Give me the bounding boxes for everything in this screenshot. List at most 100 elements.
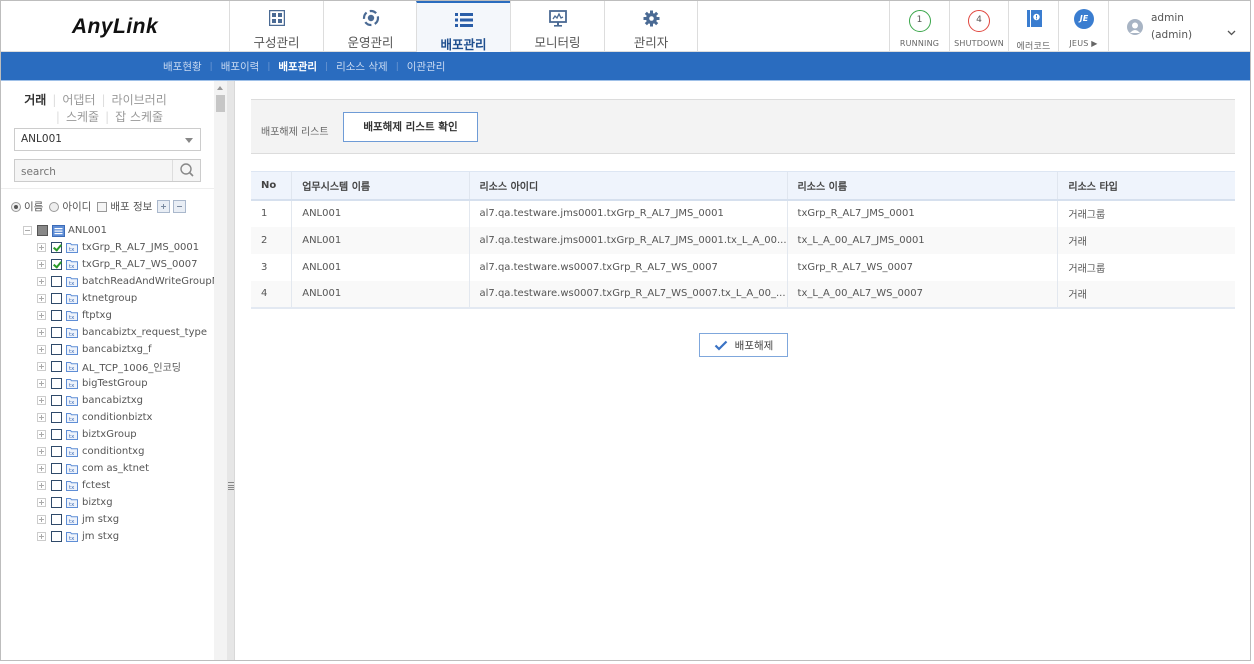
expand-node-icon[interactable] — [37, 515, 46, 524]
search-icon[interactable] — [172, 160, 200, 181]
tree-node[interactable]: tx ktnetgroup — [37, 290, 137, 307]
tab-schedule[interactable]: 스케줄 — [66, 110, 99, 124]
expand-node-icon[interactable] — [37, 277, 46, 286]
tree-checkbox[interactable] — [51, 514, 62, 525]
expand-node-icon[interactable] — [37, 413, 46, 422]
sidebar-scrollbar[interactable] — [214, 81, 227, 660]
expand-node-icon[interactable] — [37, 379, 46, 388]
chevron-down-icon[interactable] — [1227, 21, 1236, 40]
collapse-node-icon[interactable] — [23, 226, 32, 235]
check-release-list-button[interactable]: 배포해제 리스트 확인 — [343, 112, 478, 142]
column-header[interactable]: 업무시스템 이름 — [291, 171, 470, 201]
subnav-migration[interactable]: 이관관리 — [407, 59, 446, 74]
expand-all-button[interactable] — [157, 200, 171, 213]
expand-node-icon[interactable] — [37, 396, 46, 405]
radio-id[interactable] — [49, 201, 60, 212]
running-status[interactable]: 1 RUNNING — [889, 1, 949, 52]
tree-checkbox[interactable] — [51, 446, 62, 457]
radio-name[interactable] — [11, 201, 21, 212]
tree-node[interactable]: tx jm stxg — [37, 528, 119, 545]
deploy-info-checkbox[interactable] — [97, 201, 108, 212]
table-row[interactable]: 4 ANL001 al7.qa.testware.ws0007.txGrp_R_… — [251, 280, 1235, 309]
tree-node[interactable]: tx biztxg — [37, 494, 113, 511]
tree-checkbox[interactable] — [51, 497, 62, 508]
expand-node-icon[interactable] — [37, 464, 46, 473]
tree-node[interactable]: tx bigTestGroup — [37, 375, 148, 392]
tab-transaction[interactable]: 거래 — [24, 93, 46, 107]
tree-node[interactable]: tx fctest — [37, 477, 110, 494]
release-button[interactable]: 배포해제 — [699, 333, 788, 357]
expand-node-icon[interactable] — [37, 328, 46, 337]
subnav-deploy-status[interactable]: 배포현황 — [163, 59, 202, 74]
subnav-resource-delete[interactable]: 리소스 삭제 — [336, 59, 388, 74]
panel-splitter[interactable] — [227, 81, 235, 660]
expand-node-icon[interactable] — [37, 447, 46, 456]
tree-checkbox[interactable] — [51, 276, 62, 287]
column-header[interactable]: 리소스 타입 — [1057, 171, 1235, 201]
expand-node-icon[interactable] — [37, 481, 46, 490]
tree-checkbox[interactable] — [51, 531, 62, 542]
user-menu[interactable]: admin (admin) — [1108, 1, 1250, 52]
expand-node-icon[interactable] — [37, 498, 46, 507]
tree-checkbox[interactable] — [51, 361, 62, 372]
collapse-all-button[interactable] — [173, 200, 187, 213]
tree-node[interactable]: tx com as_ktnet — [37, 460, 149, 477]
column-header[interactable]: 리소스 아이디 — [468, 171, 788, 201]
tree-node[interactable]: tx AL_TCP_1006_인코딩 — [37, 358, 181, 375]
tree-node[interactable]: tx conditionbiztx — [37, 409, 152, 426]
system-select[interactable]: ANL001 — [14, 128, 201, 151]
table-row[interactable]: 1 ANL001 al7.qa.testware.jms0001.txGrp_R… — [251, 199, 1235, 227]
nav-tab-operation[interactable]: 운영관리 — [323, 1, 417, 52]
tree-node[interactable]: tx jm stxg — [37, 511, 119, 528]
tree-node[interactable]: tx conditiontxg — [37, 443, 144, 460]
scroll-up-icon[interactable] — [217, 86, 223, 90]
tree-checkbox[interactable] — [51, 378, 62, 389]
tab-adapter[interactable]: 어댑터 — [62, 93, 95, 107]
tree-node[interactable]: tx txGrp_R_AL7_JMS_0001 — [37, 239, 199, 256]
tree-checkbox[interactable] — [51, 310, 62, 321]
shutdown-status[interactable]: 4 SHUTDOWN — [949, 1, 1008, 52]
tree-node[interactable]: tx bancabiztxg_f — [37, 341, 152, 358]
table-row[interactable]: 3 ANL001 al7.qa.testware.ws0007.txGrp_R_… — [251, 253, 1235, 281]
nav-tab-deploy[interactable]: 배포관리 — [416, 1, 510, 52]
tree-checkbox[interactable] — [51, 429, 62, 440]
nav-tab-monitoring[interactable]: 모니터링 — [510, 1, 604, 52]
expand-node-icon[interactable] — [37, 260, 46, 269]
expand-node-icon[interactable] — [37, 311, 46, 320]
tree-checkbox[interactable] — [51, 412, 62, 423]
tree-checkbox[interactable] — [51, 480, 62, 491]
tree-node[interactable]: tx ftptxg — [37, 307, 112, 324]
tree-node[interactable]: tx batchReadAndWriteGroupNa — [37, 273, 225, 290]
tree-checkbox[interactable] — [51, 327, 62, 338]
tree-checkbox[interactable] — [51, 395, 62, 406]
tree-root[interactable]: ANL001 — [23, 222, 107, 239]
scrollbar-thumb[interactable] — [216, 95, 225, 112]
tree-checkbox[interactable] — [51, 259, 62, 270]
expand-node-icon[interactable] — [37, 294, 46, 303]
column-header[interactable]: No — [251, 171, 292, 201]
tab-job-schedule[interactable]: 잡 스케줄 — [115, 110, 163, 124]
table-row[interactable]: 2 ANL001 al7.qa.testware.jms0001.txGrp_R… — [251, 226, 1235, 254]
subnav-deploy-history[interactable]: 배포이력 — [221, 59, 260, 74]
tree-checkbox[interactable] — [51, 293, 62, 304]
nav-tab-config[interactable]: 구성관리 — [229, 1, 323, 52]
tree-node[interactable]: tx bancabiztxg — [37, 392, 143, 409]
expand-node-icon[interactable] — [37, 362, 46, 371]
tree-checkbox[interactable] — [37, 225, 48, 236]
column-header[interactable]: 리소스 이름 — [786, 171, 1058, 201]
tree-node[interactable]: tx biztxGroup — [37, 426, 137, 443]
tree-checkbox[interactable] — [51, 463, 62, 474]
tree-node[interactable]: tx bancabiztx_request_type — [37, 324, 207, 341]
nav-tab-admin[interactable]: 관리자 — [604, 1, 698, 52]
expand-node-icon[interactable] — [37, 430, 46, 439]
errorcode-button[interactable]: 에러코드 — [1008, 1, 1058, 52]
search-input[interactable] — [15, 161, 165, 183]
splitter-handle-icon[interactable] — [228, 482, 234, 490]
tree-node[interactable]: tx txGrp_R_AL7_WS_0007 — [37, 256, 197, 273]
expand-node-icon[interactable] — [37, 243, 46, 252]
expand-node-icon[interactable] — [37, 345, 46, 354]
tab-library[interactable]: 라이브러리 — [112, 93, 167, 107]
subnav-deploy-manage[interactable]: 배포관리 — [278, 59, 317, 74]
jeus-button[interactable]: JE JEUS ▶ — [1058, 1, 1108, 52]
expand-node-icon[interactable] — [37, 532, 46, 541]
